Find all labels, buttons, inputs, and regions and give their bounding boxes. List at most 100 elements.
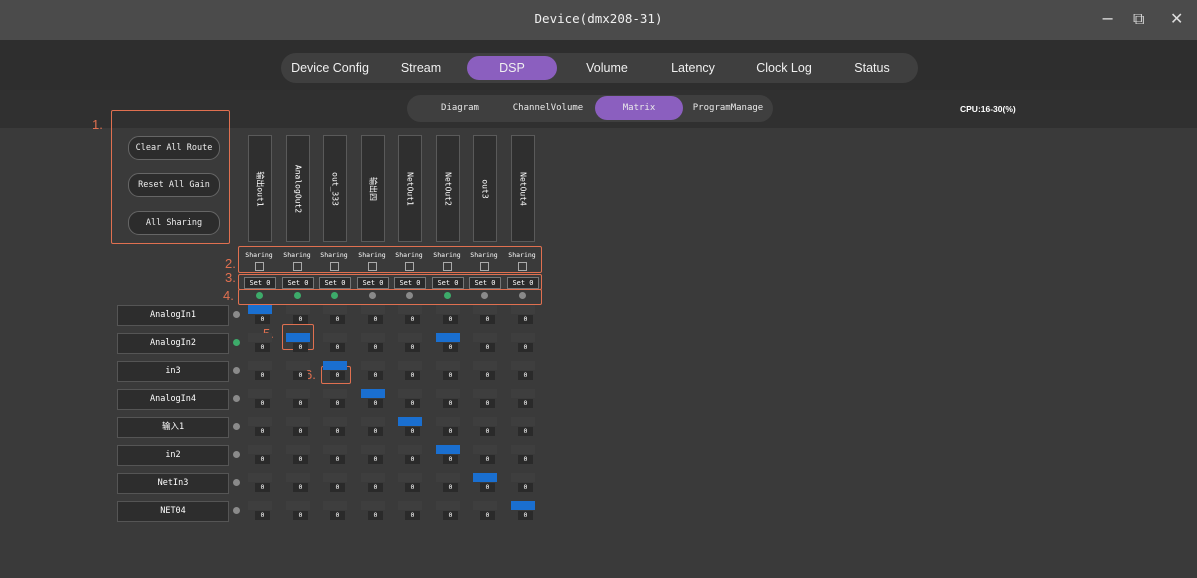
matrix-cell[interactable]: 0 xyxy=(361,445,385,464)
route-toggle[interactable] xyxy=(248,361,272,370)
matrix-cell[interactable]: 0 xyxy=(361,333,385,352)
tab-channel-volume[interactable]: ChannelVolume xyxy=(504,96,592,120)
gain-value[interactable]: 0 xyxy=(405,343,420,352)
restore-icon[interactable]: ⧉ xyxy=(1133,9,1144,29)
matrix-cell[interactable]: 0 xyxy=(398,445,422,464)
matrix-cell[interactable]: 0 xyxy=(323,361,347,380)
route-toggle[interactable] xyxy=(286,473,310,482)
gain-value[interactable]: 0 xyxy=(518,455,533,464)
route-toggle[interactable] xyxy=(361,305,385,314)
route-toggle[interactable] xyxy=(473,333,497,342)
route-toggle[interactable] xyxy=(361,501,385,510)
gain-value[interactable]: 0 xyxy=(368,371,383,380)
matrix-cell[interactable]: 0 xyxy=(436,361,460,380)
matrix-cell[interactable]: 0 xyxy=(436,417,460,436)
gain-value[interactable]: 0 xyxy=(368,511,383,520)
sharing-checkbox[interactable] xyxy=(255,262,264,271)
route-toggle[interactable] xyxy=(361,361,385,370)
gain-value[interactable]: 0 xyxy=(368,427,383,436)
route-toggle[interactable] xyxy=(361,445,385,454)
matrix-cell[interactable]: 0 xyxy=(248,333,272,352)
gain-value[interactable]: 0 xyxy=(443,399,458,408)
route-toggle[interactable] xyxy=(286,417,310,426)
gain-value[interactable]: 0 xyxy=(518,343,533,352)
gain-value[interactable]: 0 xyxy=(405,399,420,408)
matrix-cell[interactable]: 0 xyxy=(248,305,272,324)
gain-value[interactable]: 0 xyxy=(368,399,383,408)
gain-value[interactable]: 0 xyxy=(405,511,420,520)
tab-stream[interactable]: Stream xyxy=(384,56,458,80)
route-toggle[interactable] xyxy=(248,417,272,426)
gain-value[interactable]: 0 xyxy=(480,315,495,324)
matrix-cell[interactable]: 0 xyxy=(398,501,422,520)
gain-value[interactable]: 0 xyxy=(480,343,495,352)
input-label[interactable]: AnalogIn4 xyxy=(117,389,229,410)
route-toggle[interactable] xyxy=(286,501,310,510)
gain-value[interactable]: 0 xyxy=(293,511,308,520)
route-toggle[interactable] xyxy=(511,417,535,426)
gain-value[interactable]: 0 xyxy=(405,371,420,380)
gain-value[interactable]: 0 xyxy=(443,483,458,492)
matrix-cell[interactable]: 0 xyxy=(511,501,535,520)
tab-status[interactable]: Status xyxy=(836,56,908,80)
matrix-cell[interactable]: 0 xyxy=(473,473,497,492)
matrix-cell[interactable]: 0 xyxy=(398,417,422,436)
set-button[interactable]: Set 0 xyxy=(244,277,276,289)
route-toggle[interactable] xyxy=(436,473,460,482)
matrix-cell[interactable]: 0 xyxy=(248,417,272,436)
route-toggle[interactable] xyxy=(248,501,272,510)
gain-value[interactable]: 0 xyxy=(480,371,495,380)
matrix-cell[interactable]: 0 xyxy=(473,501,497,520)
route-toggle[interactable] xyxy=(436,389,460,398)
matrix-cell[interactable]: 0 xyxy=(323,501,347,520)
route-toggle[interactable] xyxy=(436,417,460,426)
set-button[interactable]: Set 0 xyxy=(282,277,314,289)
route-toggle[interactable] xyxy=(361,333,385,342)
gain-value[interactable]: 0 xyxy=(255,315,270,324)
matrix-cell[interactable]: 0 xyxy=(511,389,535,408)
close-icon[interactable]: ✕ xyxy=(1170,9,1183,28)
route-toggle[interactable] xyxy=(511,501,535,510)
sharing-checkbox[interactable] xyxy=(518,262,527,271)
route-toggle[interactable] xyxy=(473,501,497,510)
route-toggle[interactable] xyxy=(436,501,460,510)
gain-value[interactable]: 0 xyxy=(255,483,270,492)
matrix-cell[interactable]: 0 xyxy=(511,445,535,464)
matrix-cell[interactable]: 0 xyxy=(511,473,535,492)
sharing-checkbox[interactable] xyxy=(443,262,452,271)
route-toggle[interactable] xyxy=(511,333,535,342)
matrix-cell[interactable]: 0 xyxy=(511,417,535,436)
route-toggle[interactable] xyxy=(473,417,497,426)
matrix-cell[interactable]: 0 xyxy=(436,501,460,520)
gain-value[interactable]: 0 xyxy=(293,399,308,408)
matrix-cell[interactable]: 0 xyxy=(398,333,422,352)
route-toggle[interactable] xyxy=(436,305,460,314)
matrix-cell[interactable]: 0 xyxy=(248,473,272,492)
gain-value[interactable]: 0 xyxy=(405,427,420,436)
sharing-checkbox[interactable] xyxy=(368,262,377,271)
route-toggle[interactable] xyxy=(323,361,347,370)
matrix-cell[interactable]: 0 xyxy=(473,389,497,408)
output-header[interactable]: NetOut2 xyxy=(436,135,460,242)
route-toggle[interactable] xyxy=(286,333,310,342)
gain-value[interactable]: 0 xyxy=(255,399,270,408)
sharing-checkbox[interactable] xyxy=(330,262,339,271)
route-toggle[interactable] xyxy=(473,445,497,454)
route-toggle[interactable] xyxy=(398,417,422,426)
gain-value[interactable]: 0 xyxy=(518,427,533,436)
gain-value[interactable]: 0 xyxy=(405,455,420,464)
matrix-cell[interactable]: 0 xyxy=(473,445,497,464)
matrix-cell[interactable]: 0 xyxy=(398,389,422,408)
route-toggle[interactable] xyxy=(248,389,272,398)
gain-value[interactable]: 0 xyxy=(293,455,308,464)
route-toggle[interactable] xyxy=(398,389,422,398)
route-toggle[interactable] xyxy=(436,333,460,342)
matrix-cell[interactable]: 0 xyxy=(286,361,310,380)
route-toggle[interactable] xyxy=(248,445,272,454)
route-toggle[interactable] xyxy=(286,305,310,314)
route-toggle[interactable] xyxy=(398,473,422,482)
matrix-cell[interactable]: 0 xyxy=(473,361,497,380)
tab-dsp[interactable]: DSP xyxy=(467,56,557,80)
route-toggle[interactable] xyxy=(361,417,385,426)
all-sharing-button[interactable]: All Sharing xyxy=(128,211,220,235)
